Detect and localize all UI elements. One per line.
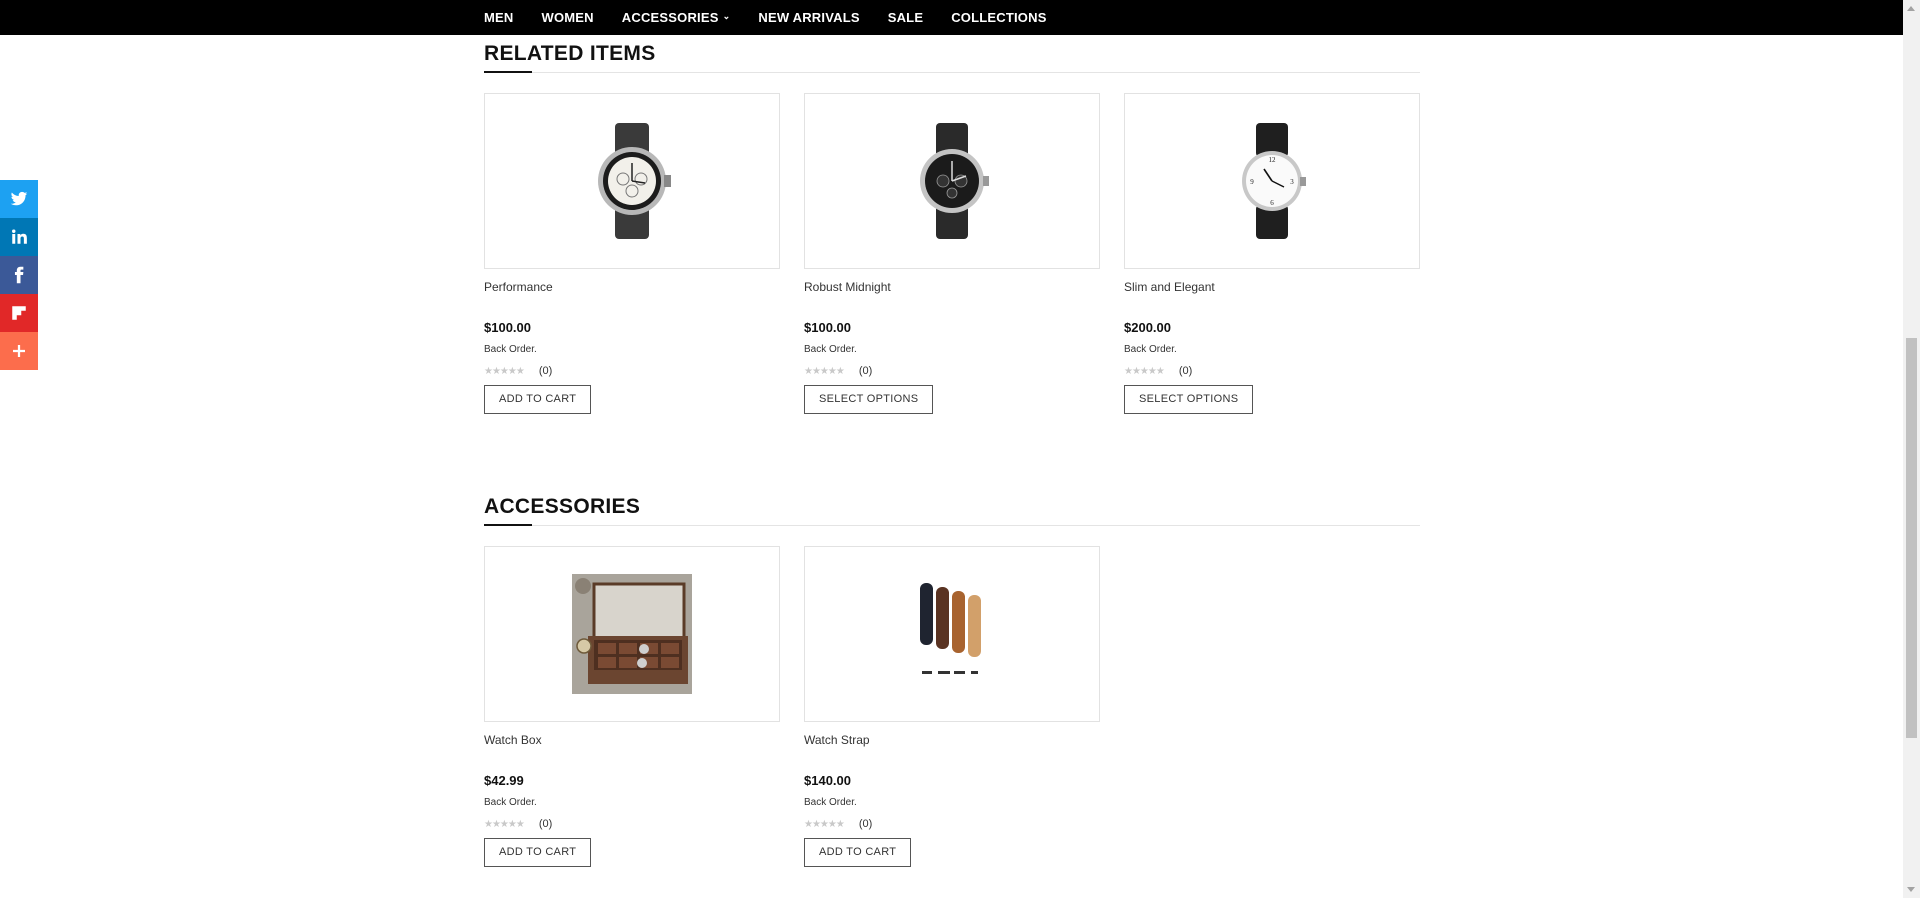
product-image-link[interactable] [484, 93, 780, 269]
white-dial-watch-icon: 12 3 6 9 [1242, 123, 1306, 239]
star-rating-icon: ★★★★★ [1124, 365, 1165, 377]
nav-item-label: ACCESSORIES [621, 10, 719, 25]
add-to-cart-button[interactable]: ADD TO CART [804, 838, 912, 867]
add-to-cart-button[interactable]: ADD TO CART [484, 838, 592, 867]
nav-item-men[interactable]: MEN [484, 10, 514, 25]
product-rating: ★★★★★ (0) [484, 365, 780, 377]
product-image-link[interactable] [484, 546, 780, 722]
top-navigation: MEN WOMEN ACCESSORIES ⌄ NEW ARRIVALS SALE… [0, 0, 1903, 35]
product-price: $42.99 [484, 773, 524, 788]
product-rating: ★★★★★ (0) [804, 365, 1100, 377]
nav-item-label: MEN [484, 10, 514, 25]
scroll-up-arrow-icon[interactable] [1907, 6, 1915, 11]
product-card: Watch Box $42.99 Back Order. ★★★★★ (0) A… [484, 546, 780, 867]
svg-text:12: 12 [1269, 156, 1277, 164]
product-image-link[interactable] [804, 93, 1100, 269]
product-price: $100.00 [484, 320, 531, 335]
product-price: $100.00 [804, 320, 851, 335]
product-grid: Watch Box $42.99 Back Order. ★★★★★ (0) A… [484, 546, 1420, 886]
scroll-down-arrow-icon[interactable] [1907, 887, 1915, 892]
product-name[interactable]: Watch Strap [804, 733, 1100, 749]
chevron-down-icon: ⌄ [722, 11, 731, 21]
product-image-link[interactable] [804, 546, 1100, 722]
review-count: (0) [1178, 365, 1193, 377]
star-rating-icon: ★★★★★ [484, 818, 525, 830]
linkedin-share-button[interactable] [0, 218, 38, 256]
section-divider-accent [484, 71, 532, 73]
product-grid: Performance $100.00 Back Order. ★★★★★ (0… [484, 93, 1420, 433]
product-image-link[interactable]: 12 3 6 9 [1124, 93, 1420, 269]
review-count: (0) [858, 365, 873, 377]
flipboard-icon [12, 306, 26, 320]
product-card: Robust Midnight $100.00 Back Order. ★★★★… [804, 93, 1100, 414]
black-dial-watch-icon [920, 123, 989, 239]
watch-straps-icon [920, 583, 981, 674]
product-rating: ★★★★★ (0) [484, 818, 780, 830]
flipboard-share-button[interactable] [0, 294, 38, 332]
scrollbar-thumb[interactable] [1906, 338, 1917, 738]
product-price: $140.00 [804, 773, 851, 788]
product-rating: ★★★★★ (0) [804, 818, 1100, 830]
facebook-share-button[interactable] [0, 256, 38, 294]
star-rating-icon: ★★★★★ [484, 365, 525, 377]
stock-status: Back Order. [484, 344, 537, 355]
stock-status: Back Order. [804, 797, 857, 808]
facebook-icon [14, 266, 24, 284]
nav-item-label: WOMEN [541, 10, 594, 25]
product-name[interactable]: Watch Box [484, 733, 780, 749]
more-share-button[interactable] [0, 332, 38, 370]
product-price: $200.00 [1124, 320, 1171, 335]
review-count: (0) [538, 365, 553, 377]
product-card: 12 3 6 9 Slim and Elegant $200.00 Back O… [1124, 93, 1420, 414]
section-divider [484, 524, 1420, 526]
section-divider-accent [484, 524, 532, 526]
star-rating-icon: ★★★★★ [804, 365, 845, 377]
svg-text:3: 3 [1290, 178, 1294, 186]
nav-item-collections[interactable]: COLLECTIONS [951, 10, 1046, 25]
product-name[interactable]: Slim and Elegant [1124, 280, 1420, 296]
page-scrollbar[interactable] [1903, 0, 1920, 898]
nav-item-new-arrivals[interactable]: NEW ARRIVALS [758, 10, 859, 25]
linkedin-icon [12, 229, 27, 244]
select-options-button[interactable]: SELECT OPTIONS [1124, 385, 1254, 414]
twitter-icon [10, 191, 28, 206]
review-count: (0) [538, 818, 553, 830]
svg-text:9: 9 [1250, 178, 1254, 186]
stock-status: Back Order. [1124, 344, 1177, 355]
chronograph-watch-icon [598, 123, 671, 239]
review-count: (0) [858, 818, 873, 830]
nav-item-label: COLLECTIONS [951, 10, 1047, 25]
watch-box-icon [572, 574, 692, 694]
section-title: ACCESSORIES [484, 495, 641, 518]
star-rating-icon: ★★★★★ [804, 818, 845, 830]
nav-item-accessories[interactable]: ACCESSORIES ⌄ [622, 10, 731, 25]
section-title: RELATED ITEMS [484, 42, 656, 65]
product-card: Watch Strap $140.00 Back Order. ★★★★★ (0… [804, 546, 1100, 867]
related-items-section: RELATED ITEMS Performance $100.00 Back O… [484, 40, 1420, 433]
nav-item-women[interactable]: WOMEN [542, 10, 594, 25]
twitter-share-button[interactable] [0, 180, 38, 218]
plus-icon [13, 345, 25, 357]
add-to-cart-button[interactable]: ADD TO CART [484, 385, 592, 414]
stock-status: Back Order. [484, 797, 537, 808]
select-options-button[interactable]: SELECT OPTIONS [804, 385, 934, 414]
nav-menu: MEN WOMEN ACCESSORIES ⌄ NEW ARRIVALS SALE… [484, 0, 1075, 35]
nav-item-label: NEW ARRIVALS [758, 10, 860, 25]
section-divider [484, 71, 1420, 73]
product-rating: ★★★★★ (0) [1124, 365, 1420, 377]
svg-text:6: 6 [1270, 199, 1274, 207]
accessories-section: ACCESSORIES Watch Box $42.99 Back Order.… [484, 493, 1420, 886]
stock-status: Back Order. [804, 344, 857, 355]
product-card: Performance $100.00 Back Order. ★★★★★ (0… [484, 93, 780, 414]
product-name[interactable]: Performance [484, 280, 780, 296]
social-share-bar [0, 180, 38, 370]
nav-item-label: SALE [887, 10, 924, 25]
product-name[interactable]: Robust Midnight [804, 280, 1100, 296]
nav-item-sale[interactable]: SALE [888, 10, 923, 25]
